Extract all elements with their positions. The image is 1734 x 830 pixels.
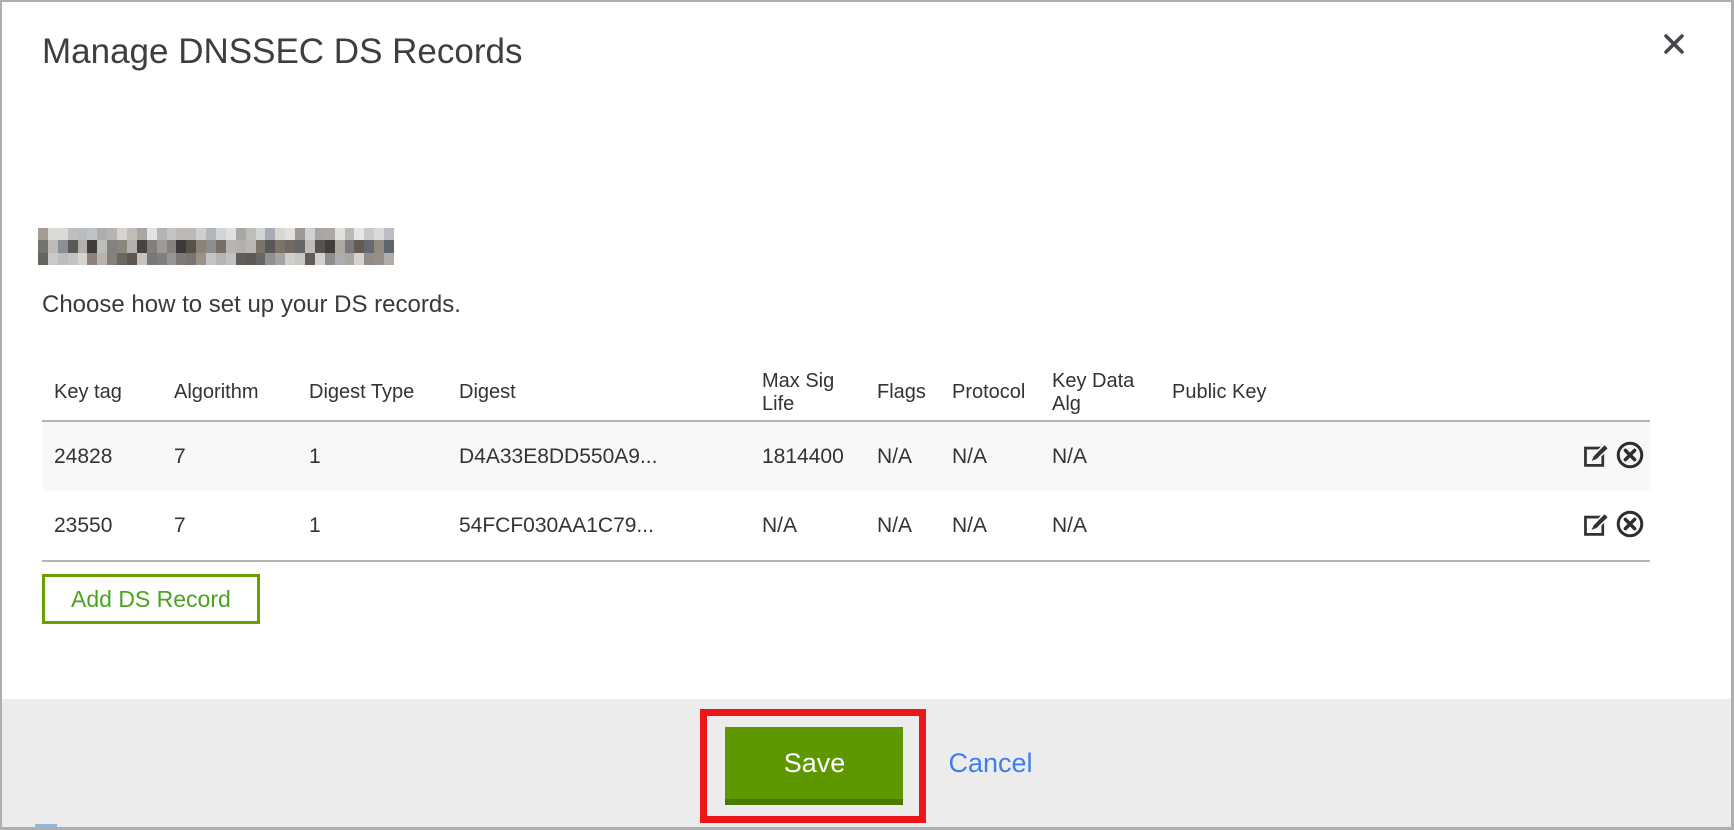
cell-public-key <box>1160 421 1460 491</box>
table-header-row: Key tag Algorithm Digest Type Digest Max… <box>42 365 1650 421</box>
column-header-digest-type: Digest Type <box>297 365 447 421</box>
delete-record-button[interactable] <box>1614 510 1646 542</box>
cell-digest-type: 1 <box>297 491 447 561</box>
close-icon <box>1659 29 1689 62</box>
edit-record-button[interactable] <box>1581 441 1613 473</box>
circle-x-icon <box>1615 440 1645 473</box>
cell-key-tag: 23550 <box>42 491 162 561</box>
annotation-highlight-box: Save <box>700 709 926 823</box>
add-ds-record-button[interactable]: Add DS Record <box>42 574 260 624</box>
cell-max-sig-life: 1814400 <box>750 421 865 491</box>
circle-x-icon <box>1615 509 1645 542</box>
column-header-flags: Flags <box>865 365 940 421</box>
column-header-actions <box>1460 365 1650 421</box>
cell-public-key <box>1160 491 1460 561</box>
table-row: 23550 7 1 54FCF030AA1C79... N/A N/A N/A … <box>42 491 1650 561</box>
cell-algorithm: 7 <box>162 491 297 561</box>
cell-digest-type: 1 <box>297 421 447 491</box>
cell-actions <box>1460 421 1650 491</box>
redacted-domain-name <box>38 228 394 265</box>
column-header-key-tag: Key tag <box>42 365 162 421</box>
cell-flags: N/A <box>865 421 940 491</box>
delete-record-button[interactable] <box>1614 441 1646 473</box>
cell-max-sig-life: N/A <box>750 491 865 561</box>
column-header-public-key: Public Key <box>1160 365 1460 421</box>
column-header-key-data-alg: Key Data Alg <box>1040 365 1160 421</box>
cell-protocol: N/A <box>940 421 1040 491</box>
table-row: 24828 7 1 D4A33E8DD550A9... 1814400 N/A … <box>42 421 1650 491</box>
save-button[interactable]: Save <box>725 727 903 805</box>
cancel-link[interactable]: Cancel <box>948 748 1032 779</box>
cell-key-data-alg: N/A <box>1040 491 1160 561</box>
column-header-max-sig-life: Max Sig Life <box>750 365 865 421</box>
cell-actions <box>1460 491 1650 561</box>
column-header-algorithm: Algorithm <box>162 365 297 421</box>
close-button[interactable] <box>1657 28 1691 62</box>
cell-key-tag: 24828 <box>42 421 162 491</box>
instructions-text: Choose how to set up your DS records. <box>42 291 461 319</box>
manage-dnssec-dialog: Manage DNSSEC DS Records Choose how to s… <box>0 0 1734 830</box>
column-header-digest: Digest <box>447 365 750 421</box>
cell-flags: N/A <box>865 491 940 561</box>
cell-protocol: N/A <box>940 491 1040 561</box>
ds-records-table: Key tag Algorithm Digest Type Digest Max… <box>42 365 1650 562</box>
column-header-protocol: Protocol <box>940 365 1040 421</box>
cell-digest: 54FCF030AA1C79... <box>447 491 750 561</box>
edit-record-button[interactable] <box>1581 510 1613 542</box>
dialog-title: Manage DNSSEC DS Records <box>42 32 522 72</box>
background-page-fragment <box>35 824 57 830</box>
cell-digest: D4A33E8DD550A9... <box>447 421 750 491</box>
cell-key-data-alg: N/A <box>1040 421 1160 491</box>
cell-algorithm: 7 <box>162 421 297 491</box>
edit-icon <box>1582 509 1612 542</box>
dialog-footer: Save Cancel <box>2 699 1731 827</box>
edit-icon <box>1582 440 1612 473</box>
